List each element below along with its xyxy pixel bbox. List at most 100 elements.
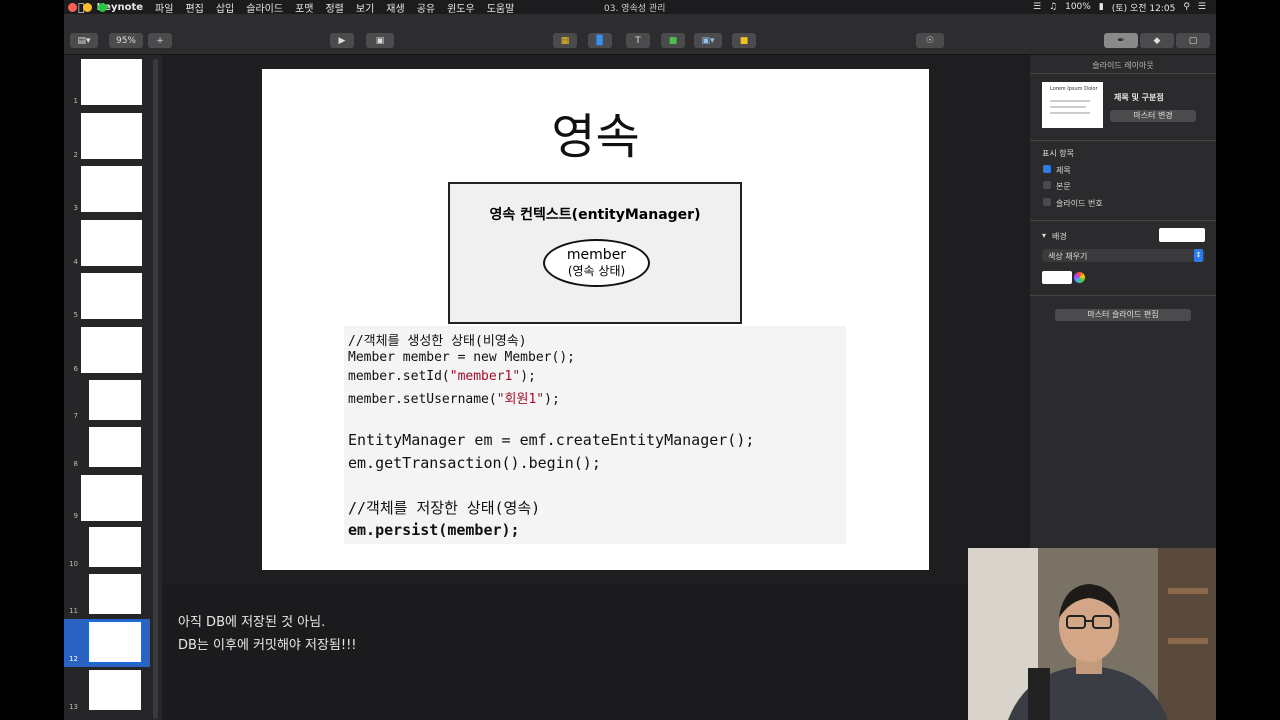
slide-number: 3 — [73, 204, 78, 212]
play-button[interactable]: ▶ — [330, 33, 354, 48]
code-line: EntityManager em = emf.createEntityManag… — [348, 431, 755, 449]
appearance-label: 표시 항목 — [1042, 149, 1074, 158]
divider — [1030, 73, 1216, 74]
body-checkbox[interactable] — [1043, 181, 1051, 189]
menu-file[interactable]: 파일 — [155, 0, 173, 15]
slide-thumbnail[interactable] — [89, 427, 141, 467]
table-button[interactable]: ▦ — [553, 33, 577, 48]
comment-icon: ■ — [739, 35, 749, 46]
slide-thumbnail[interactable] — [81, 166, 142, 212]
table-icon: ▦ — [560, 35, 570, 46]
media-button[interactable]: ▣▾ — [694, 33, 722, 48]
shape-button[interactable]: ■ — [661, 33, 685, 48]
animate-button[interactable]: ◆ — [1140, 33, 1174, 48]
paintbrush-icon: ✒ — [1117, 35, 1125, 46]
master-change-button[interactable]: 마스터 변경 — [1110, 110, 1196, 122]
background-color-well[interactable] — [1159, 228, 1205, 242]
spotlight-icon[interactable]: ⚲ — [1183, 2, 1190, 12]
slide-navigator: 1 2 3 4 5 6 7 8 9 10 11 12 13 — [64, 55, 162, 720]
fill-type-select[interactable]: 색상 채우기 ↕ — [1042, 249, 1205, 262]
minimize-window-button[interactable] — [83, 3, 92, 12]
slide-thumbnail-selected[interactable] — [87, 620, 143, 664]
persistence-context-box[interactable]: 영속 컨텍스트(entityManager) member (영속 상태) — [448, 182, 742, 324]
slide-thumbnail[interactable] — [89, 527, 141, 567]
slide-thumbnail[interactable] — [89, 574, 141, 614]
layout-thumbnail-text: Lorem Ipsum Dolor — [1050, 86, 1098, 92]
view-menu-button[interactable]: ▤▾ — [70, 33, 98, 48]
sidebar-icon: ▤▾ — [77, 35, 91, 46]
slide-thumbnail[interactable] — [81, 113, 142, 159]
body-option-label: 본문 — [1056, 182, 1071, 191]
slide-number: 11 — [69, 607, 78, 615]
toolbar: ▤▾ 95% + ▶ ▣ ▦ ▉ T ■ ▣▾ ■ ☉ ✒ ◆ ▢ — [64, 3, 1216, 55]
wifi-icon[interactable]: ☰ — [1033, 2, 1041, 12]
layout-name: 제목 및 구분점 — [1114, 93, 1164, 102]
slide-thumbnail[interactable] — [89, 670, 141, 710]
volume-icon[interactable]: ♫ — [1049, 2, 1057, 12]
color-wheel-icon[interactable] — [1074, 272, 1085, 283]
keynote-live-button[interactable]: ▣ — [366, 33, 394, 48]
menu-slide[interactable]: 슬라이드 — [246, 0, 283, 15]
code-line: member.setUsername("회원1"); — [348, 392, 560, 407]
add-slide-button[interactable]: + — [148, 33, 172, 48]
presenter-notes[interactable]: 아직 DB에 저장된 것 아님. DB는 이후에 커밋해야 저장됨!!! — [162, 585, 968, 720]
slide-thumbnail[interactable] — [81, 475, 142, 521]
slide-thumbnail[interactable] — [81, 59, 142, 105]
text-button[interactable]: T — [626, 33, 650, 48]
format-button[interactable]: ✒ — [1104, 33, 1138, 48]
menu-arrange[interactable]: 정렬 — [325, 0, 343, 15]
document-title: 03. 영속성 관리 — [604, 4, 666, 14]
title-checkbox[interactable] — [1043, 165, 1051, 173]
comment-button[interactable]: ■ — [732, 33, 756, 48]
display-icon: ▣ — [375, 35, 385, 46]
zoom-value: 95% — [115, 35, 136, 46]
zoom-window-button[interactable] — [98, 3, 107, 12]
slide[interactable]: 영속 영속 컨텍스트(entityManager) member (영속 상태)… — [262, 69, 929, 570]
slide-thumbnail[interactable] — [81, 273, 142, 319]
animate-icon: ◆ — [1153, 35, 1161, 46]
menu-view[interactable]: 보기 — [356, 0, 374, 15]
slide-number-checkbox[interactable] — [1043, 198, 1051, 206]
menu-edit[interactable]: 편집 — [185, 0, 203, 15]
layout-thumbnail[interactable]: Lorem Ipsum Dolor — [1042, 82, 1103, 128]
code-block[interactable]: //객체를 생성한 상태(비영속) Member member = new Me… — [344, 326, 846, 544]
chart-button[interactable]: ▉ — [588, 33, 612, 48]
letterbox-left — [0, 0, 64, 720]
fill-color-well[interactable] — [1042, 271, 1072, 284]
play-icon: ▶ — [338, 35, 346, 46]
slide-number: 2 — [73, 151, 78, 159]
menu-play[interactable]: 재생 — [386, 0, 404, 15]
title-option-label: 제목 — [1056, 166, 1071, 175]
menu-share[interactable]: 공유 — [417, 0, 435, 15]
presenter-video — [968, 548, 1216, 720]
divider — [1030, 140, 1216, 141]
code-line: em.persist(member); — [348, 521, 520, 539]
navigator-scrollbar[interactable] — [153, 59, 158, 719]
clock[interactable]: (토) 오전 12:05 — [1112, 1, 1176, 14]
notification-center-icon[interactable]: ☰ — [1198, 2, 1206, 12]
slide-thumbnail[interactable] — [89, 380, 141, 420]
menu-help[interactable]: 도움말 — [487, 0, 515, 15]
battery-percent[interactable]: 100% — [1065, 2, 1091, 12]
edit-master-slide-button[interactable]: 마스터 슬라이드 편집 — [1055, 309, 1191, 321]
zoom-select[interactable]: 95% — [109, 33, 143, 48]
code-line: Member member = new Member(); — [348, 350, 575, 365]
slide-thumbnail[interactable] — [81, 220, 142, 266]
collaborate-button[interactable]: ☉ — [916, 33, 944, 48]
slide-thumbnail[interactable] — [81, 327, 142, 373]
battery-icon: ▮ — [1098, 2, 1104, 12]
menu-window[interactable]: 윈도우 — [447, 0, 475, 15]
thumb-line — [1050, 100, 1090, 102]
letterbox-right — [1216, 0, 1280, 720]
code-line: member.setId("member1"); — [348, 369, 536, 384]
collaborate-icon: ☉ — [925, 35, 935, 46]
slide-title[interactable]: 영속 — [262, 97, 929, 167]
menu-insert[interactable]: 삽입 — [216, 0, 234, 15]
close-window-button[interactable] — [68, 3, 77, 12]
slide-number: 9 — [73, 512, 78, 520]
chart-icon: ▉ — [596, 35, 604, 46]
entity-ellipse[interactable]: member (영속 상태) — [543, 239, 650, 287]
chevron-down-icon[interactable]: ▾ — [1042, 231, 1046, 240]
menu-format[interactable]: 포맷 — [295, 0, 313, 15]
document-button[interactable]: ▢ — [1176, 33, 1210, 48]
